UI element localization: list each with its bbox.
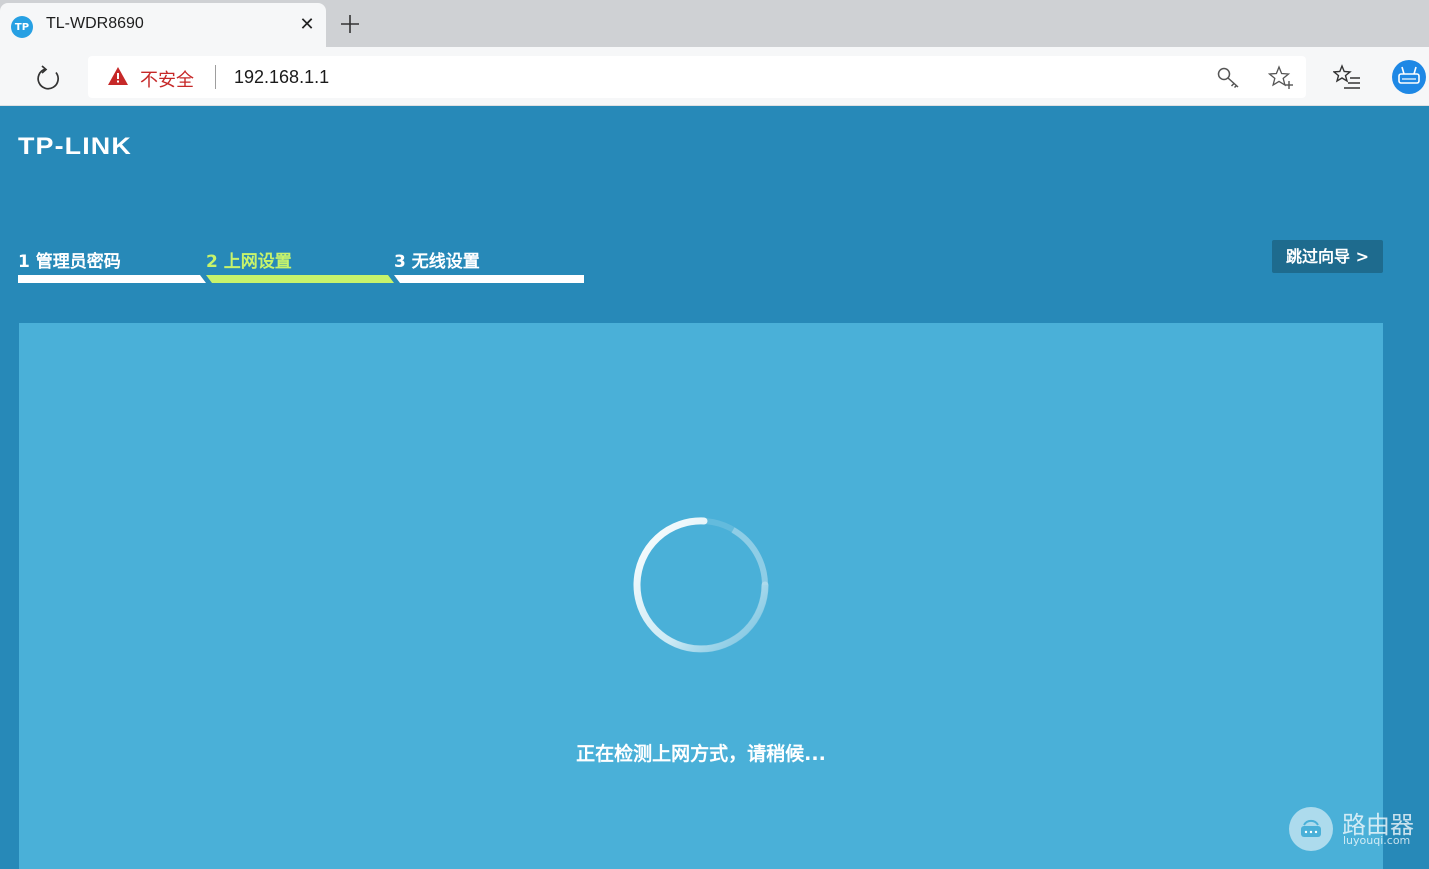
close-tab-icon[interactable]: ✕	[296, 13, 318, 37]
reload-icon[interactable]	[34, 63, 64, 93]
content-panel: 正在检测上网方式，请稍候...	[19, 323, 1383, 869]
tab-bar: TP TL-WDR8690 ✕	[0, 0, 1429, 47]
address-bar[interactable]: 不安全 192.168.1.1	[88, 56, 1306, 98]
new-tab-icon[interactable]	[336, 9, 364, 39]
tp-link-favicon-icon: TP	[11, 16, 33, 38]
profile-avatar[interactable]	[1392, 60, 1426, 94]
step-2-segment	[206, 275, 394, 283]
key-icon[interactable]	[1216, 66, 1242, 90]
favorites-list-icon[interactable]	[1333, 64, 1361, 90]
profile-picture-icon	[1398, 66, 1420, 84]
url-text[interactable]: 192.168.1.1	[234, 67, 329, 88]
step-admin-password: 1 管理员密码	[18, 252, 121, 272]
step-1-segment	[18, 275, 206, 283]
warning-icon	[108, 67, 128, 85]
router-setup-page: TP-LINK 1 管理员密码 2 上网设置 3 无线设置 跳过向导 > 正在检…	[0, 107, 1429, 869]
not-secure-label[interactable]: 不安全	[140, 66, 194, 92]
loading-spinner-icon	[633, 517, 769, 653]
step-internet-settings: 2 上网设置	[206, 252, 292, 272]
browser-tab[interactable]: TP TL-WDR8690 ✕	[0, 3, 326, 47]
tab-title: TL-WDR8690	[46, 15, 144, 32]
step-3-segment	[394, 275, 584, 283]
skip-wizard-button[interactable]: 跳过向导 >	[1272, 240, 1383, 273]
step-wireless-settings: 3 无线设置	[394, 252, 480, 272]
browser-toolbar: 不安全 192.168.1.1	[0, 47, 1429, 106]
watermark-router-icon	[1289, 807, 1333, 851]
wizard-progress-bar	[18, 275, 584, 283]
watermark-domain: luyouqi.com	[1343, 834, 1411, 847]
add-favorite-star-icon[interactable]	[1268, 65, 1294, 91]
detecting-status-text: 正在检测上网方式，请稍候...	[576, 743, 826, 765]
address-separator	[215, 65, 216, 89]
tp-link-logo: TP-LINK	[18, 133, 132, 160]
